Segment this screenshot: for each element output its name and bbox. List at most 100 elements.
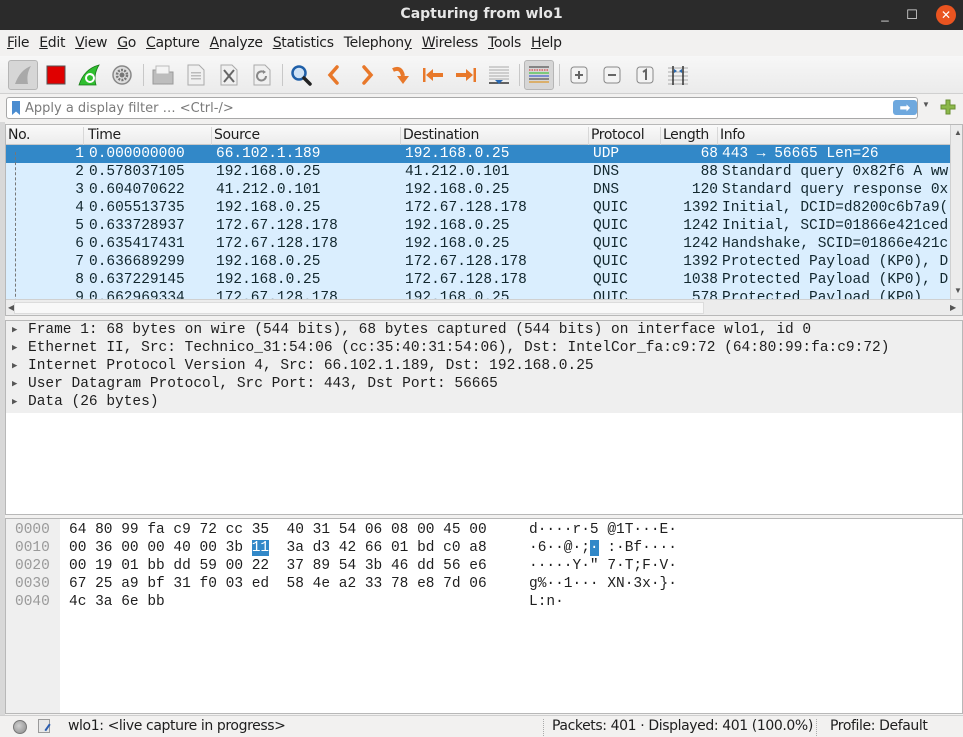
column-header-time[interactable]: Time <box>86 127 212 145</box>
chevron-left-icon <box>327 65 339 85</box>
hex-bytes[interactable]: 67 25 a9 bf 31 f0 03 ed 58 4e a2 33 78 e… <box>69 575 487 593</box>
expand-arrow-icon[interactable]: ▶ <box>12 393 17 411</box>
column-header-info[interactable]: Info <box>718 127 950 145</box>
close-button[interactable]: ✕ <box>936 5 956 25</box>
column-header-length[interactable]: Length <box>661 127 718 145</box>
capture-comment-icon[interactable] <box>38 719 50 733</box>
packet-info: Initial, DCID=d8200c6b7a9( <box>722 200 949 216</box>
hex-bytes[interactable]: 00 36 00 00 40 00 3b 11 3a d3 42 66 01 b… <box>69 539 487 557</box>
packet-number: 4 <box>75 200 84 216</box>
scroll-down-arrow-icon[interactable]: ▼ <box>954 286 962 295</box>
go-back-button[interactable] <box>319 60 349 90</box>
title-bar: Capturing from wlo1 _ ☐ ✕ <box>0 0 963 30</box>
scroll-up-arrow-icon[interactable]: ▲ <box>954 128 962 137</box>
find-packet-button[interactable] <box>286 60 316 90</box>
normal-size-button[interactable] <box>630 60 660 90</box>
jump-arrow-icon <box>392 66 409 84</box>
column-header-source[interactable]: Source <box>212 127 401 145</box>
menu-wireless[interactable]: Wireless <box>422 35 479 51</box>
menu-tools[interactable]: Tools <box>488 35 521 51</box>
menu-edit[interactable]: Edit <box>39 35 65 51</box>
ascii-bytes[interactable]: ·6··@·;· :·Bf···· <box>529 539 677 557</box>
menu-telephony[interactable]: Telephony <box>344 35 412 51</box>
scroll-right-arrow-icon[interactable]: ▶ <box>950 303 956 312</box>
column-header-no[interactable]: No. <box>6 127 84 145</box>
expand-arrow-icon[interactable]: ▶ <box>12 357 17 375</box>
packet-destination: 192.168.0.25 <box>405 146 510 162</box>
packet-row[interactable]: 8 0.637229145 192.168.0.25 172.67.128.178 QU… <box>6 271 950 289</box>
packet-row[interactable]: 4 0.605513735 192.168.0.25 172.67.128.178 QU… <box>6 199 950 217</box>
status-bar: wlo1: <live capture in progress> Packets… <box>0 715 963 737</box>
colorize-button[interactable] <box>524 60 554 90</box>
expand-arrow-icon[interactable]: ▶ <box>12 321 17 339</box>
zoom-in-button[interactable] <box>564 60 594 90</box>
packet-row[interactable]: 2 0.578037105 192.168.0.25 41.212.0.101 DNS 8… <box>6 163 950 181</box>
packet-row[interactable]: 1 0.000000000 66.102.1.189 192.168.0.25 UDP 6… <box>6 145 950 163</box>
packet-row[interactable]: 3 0.604070622 41.212.0.101 192.168.0.25 DNS 1… <box>6 181 950 199</box>
first-packet-button[interactable] <box>418 60 448 90</box>
byte-offset: 0020 <box>15 558 50 574</box>
packet-time: 0.578037105 <box>89 164 185 180</box>
reload-file-button[interactable] <box>247 60 277 90</box>
hex-bytes[interactable]: 64 80 99 fa c9 72 cc 35 40 31 54 06 08 0… <box>69 521 487 539</box>
display-filter-input[interactable] <box>25 99 885 117</box>
packet-row[interactable]: 5 0.633728937 172.67.128.178 192.168.0.25 QU… <box>6 217 950 235</box>
profile-button[interactable]: Profile: Default <box>830 718 928 734</box>
packet-row[interactable]: 7 0.636689299 192.168.0.25 172.67.128.178 QU… <box>6 253 950 271</box>
resize-columns-button[interactable] <box>663 60 693 90</box>
capture-options-button[interactable] <box>107 60 137 90</box>
menu-view[interactable]: View <box>75 35 107 51</box>
ascii-bytes[interactable]: g%··1··· XN·3x·}· <box>529 575 677 593</box>
column-header-destination[interactable]: Destination <box>401 127 589 145</box>
packet-destination: 192.168.0.25 <box>405 182 510 198</box>
add-filter-button-icon[interactable] <box>940 98 956 116</box>
filter-history-dropdown[interactable]: ▼ <box>922 100 930 109</box>
status-separator <box>543 719 544 736</box>
menu-analyze[interactable]: Analyze <box>210 35 263 51</box>
ascii-bytes[interactable]: L:n· <box>529 593 564 611</box>
last-packet-button[interactable] <box>451 60 481 90</box>
go-to-packet-button[interactable] <box>385 60 415 90</box>
packet-row[interactable]: 6 0.635417431 172.67.128.178 192.168.0.25 QU… <box>6 235 950 253</box>
expand-arrow-icon[interactable]: ▶ <box>12 339 17 357</box>
close-file-button[interactable] <box>214 60 244 90</box>
packet-length: 68 <box>700 146 718 162</box>
packet-length: 1038 <box>683 272 718 288</box>
file-icon <box>187 64 205 86</box>
column-header-protocol[interactable]: Protocol <box>589 127 661 145</box>
auto-scroll-button[interactable] <box>484 60 514 90</box>
packet-length: 1242 <box>683 236 718 252</box>
packet-list-vertical-scrollbar[interactable]: ▲ ▼ <box>950 125 962 299</box>
bookmark-icon[interactable] <box>12 101 20 115</box>
ascii-bytes[interactable]: d····r·5 @1T···E· <box>529 521 677 539</box>
save-file-button[interactable] <box>181 60 211 90</box>
start-capture-button[interactable] <box>8 60 38 90</box>
menu-go[interactable]: Go <box>117 35 136 51</box>
restart-fin-icon <box>78 64 100 86</box>
open-file-button[interactable] <box>148 60 178 90</box>
apply-filter-button[interactable]: ➡ <box>893 100 917 115</box>
zoom-out-button[interactable] <box>597 60 627 90</box>
packet-protocol: QUIC <box>593 200 628 216</box>
menu-help[interactable]: Help <box>531 35 562 51</box>
horizontal-scroll-thumb[interactable] <box>14 302 704 314</box>
minimize-button[interactable]: _ <box>875 5 895 25</box>
hex-bytes[interactable]: 4c 3a 6e bb <box>69 593 165 611</box>
packet-protocol: QUIC <box>593 254 628 270</box>
expert-info-led-icon[interactable] <box>13 720 27 734</box>
packet-list-horizontal-scrollbar[interactable]: ◀ ▶ <box>6 299 962 315</box>
highlighted-ascii: · <box>589 540 599 556</box>
go-forward-button[interactable] <box>352 60 382 90</box>
menu-statistics[interactable]: Statistics <box>273 35 334 51</box>
menu-file[interactable]: File <box>7 35 30 51</box>
toolbar-separator <box>559 64 560 86</box>
expand-arrow-icon[interactable]: ▶ <box>12 375 17 393</box>
stop-capture-button[interactable] <box>41 60 71 90</box>
restart-capture-button[interactable] <box>74 60 104 90</box>
packet-number: 7 <box>75 254 84 270</box>
maximize-button[interactable]: ☐ <box>902 5 922 25</box>
packet-destination: 192.168.0.25 <box>405 236 510 252</box>
hex-bytes[interactable]: 00 19 01 bb dd 59 00 22 37 89 54 3b 46 d… <box>69 557 487 575</box>
menu-capture[interactable]: Capture <box>146 35 200 51</box>
ascii-bytes[interactable]: ·····Y·" 7·T;F·V· <box>529 557 677 575</box>
